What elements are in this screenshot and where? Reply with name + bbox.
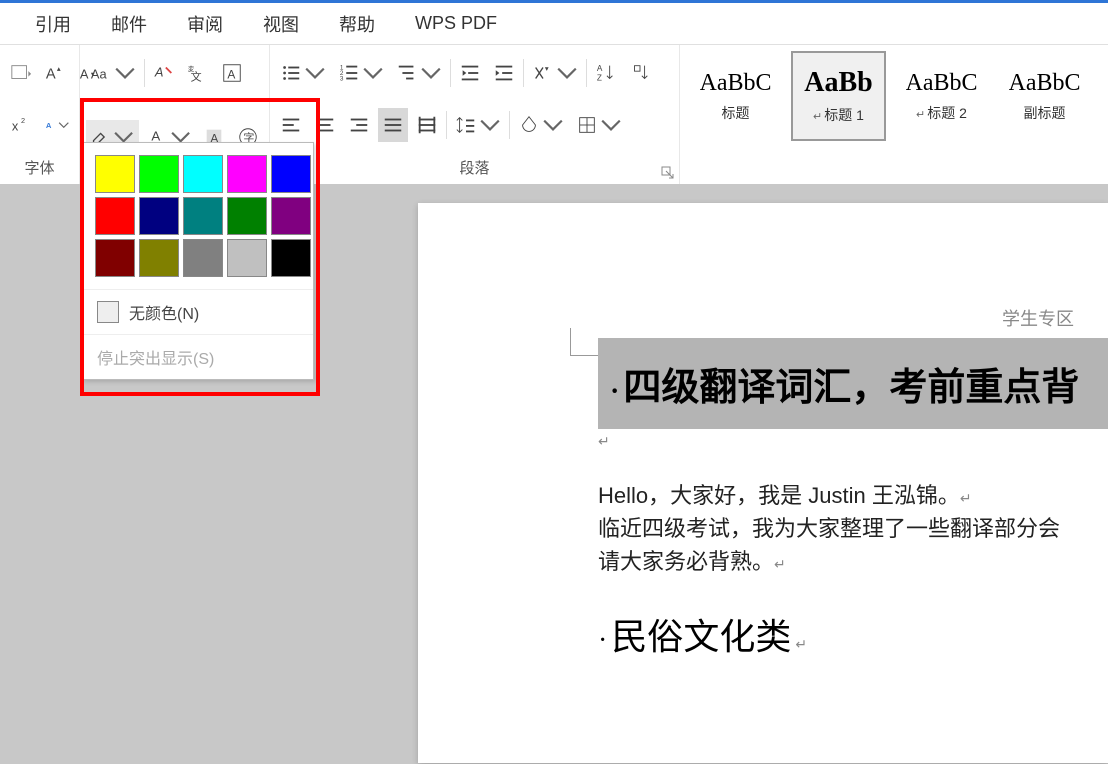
color-swatch[interactable]	[271, 197, 311, 235]
change-case-button[interactable]: Aa	[86, 56, 140, 90]
color-swatch[interactable]	[183, 239, 223, 277]
color-swatch[interactable]	[183, 197, 223, 235]
svg-text:A: A	[46, 121, 52, 130]
svg-text:A: A	[151, 128, 160, 143]
borders-button[interactable]	[572, 108, 626, 142]
character-border-button[interactable]: A	[217, 56, 247, 90]
color-swatch[interactable]	[95, 239, 135, 277]
decrease-indent-button[interactable]	[455, 56, 485, 90]
no-color-swatch-icon	[97, 301, 119, 323]
style-title[interactable]: AaBbC 标题	[688, 51, 783, 141]
shading-button[interactable]	[514, 108, 568, 142]
svg-text:Aa: Aa	[91, 67, 108, 82]
bullets-button[interactable]	[276, 56, 330, 90]
tab-review[interactable]: 审阅	[167, 11, 243, 37]
svg-text:3: 3	[340, 75, 344, 82]
phonetic-guide-button[interactable]: 変文	[183, 56, 213, 90]
color-swatch[interactable]	[227, 155, 267, 193]
svg-text:Z: Z	[597, 73, 602, 82]
grow-font-button[interactable]: A▴	[40, 56, 70, 90]
stop-highlight-option[interactable]: 停止突出显示(S)	[83, 334, 313, 379]
style-heading-1[interactable]: AaBb ↵标题 1	[791, 51, 886, 141]
numbering-button[interactable]: 123	[334, 56, 388, 90]
color-swatch[interactable]	[95, 197, 135, 235]
color-swatch[interactable]	[227, 197, 267, 235]
color-swatch[interactable]	[271, 239, 311, 277]
color-swatch[interactable]	[139, 155, 179, 193]
clear-formatting-button[interactable]: A	[149, 56, 179, 90]
align-justify-button[interactable]	[378, 108, 408, 142]
svg-text:A: A	[154, 65, 164, 80]
document-page[interactable]: 学生专区 ·四级翻译词汇，考前重点背 ↵ Hello，大家好，我是 Justin…	[418, 203, 1108, 763]
asian-layout-button[interactable]: ▾	[528, 56, 582, 90]
page-header-text: 学生专区	[1002, 305, 1074, 331]
tab-wps-pdf[interactable]: WPS PDF	[395, 13, 517, 34]
color-swatch[interactable]	[95, 155, 135, 193]
font-group-label: 字体	[6, 157, 73, 180]
increase-indent-button[interactable]	[489, 56, 519, 90]
color-swatch[interactable]	[271, 155, 311, 193]
style-heading-2[interactable]: AaBbC ↵标题 2	[894, 51, 989, 141]
superscript-button[interactable]: x2	[6, 108, 36, 142]
highlight-color-dropdown: 无颜色(N) 停止突出显示(S)	[82, 142, 314, 380]
unknown-dropdown[interactable]	[6, 56, 36, 90]
align-center-button[interactable]	[310, 108, 340, 142]
paragraph-dialog-launcher[interactable]	[661, 166, 675, 180]
svg-text:▾: ▾	[545, 64, 549, 73]
tab-references[interactable]: 引用	[15, 11, 91, 37]
color-swatch[interactable]	[139, 239, 179, 277]
tab-view[interactable]: 视图	[243, 11, 319, 37]
align-left-button[interactable]	[276, 108, 306, 142]
svg-text:A: A	[227, 68, 235, 82]
align-right-button[interactable]	[344, 108, 374, 142]
no-color-option[interactable]: 无颜色(N)	[83, 289, 313, 334]
color-swatch[interactable]	[139, 197, 179, 235]
tab-help[interactable]: 帮助	[319, 11, 395, 37]
line-spacing-button[interactable]	[451, 108, 505, 142]
align-distributed-button[interactable]	[412, 108, 442, 142]
selected-title-block[interactable]: ·四级翻译词汇，考前重点背	[598, 338, 1108, 429]
color-swatch[interactable]	[227, 239, 267, 277]
section-heading[interactable]: ·民俗文化类↵	[598, 608, 1108, 660]
svg-text:x: x	[12, 119, 19, 134]
svg-text:2: 2	[21, 116, 25, 125]
sort-button[interactable]: AZ	[591, 56, 621, 90]
paragraph-group: 123 ▾ AZ 段落	[270, 45, 680, 184]
multilevel-list-button[interactable]	[392, 56, 446, 90]
svg-text:A: A	[46, 67, 56, 83]
text-effects-button[interactable]: A	[40, 108, 73, 142]
svg-text:文: 文	[191, 69, 202, 83]
body-paragraph[interactable]: Hello，大家好，我是 Justin 王泓锦。↵ 临近四级考试，我为大家整理了…	[598, 479, 1108, 578]
svg-text:A: A	[597, 64, 603, 73]
svg-text:▴: ▴	[57, 64, 61, 73]
margin-corner-mark	[570, 328, 598, 356]
style-subtitle[interactable]: AaBbC 副标题	[997, 51, 1092, 141]
styles-gallery: AaBbC 标题 AaBb ↵标题 1 AaBbC ↵标题 2 AaBbC 副标…	[680, 45, 1100, 184]
menu-tab-bar: 引用 邮件 审阅 视图 帮助 WPS PDF	[0, 3, 1108, 45]
color-swatch[interactable]	[183, 155, 223, 193]
show-marks-button[interactable]	[625, 56, 655, 90]
paragraph-group-label: 段落	[276, 157, 673, 180]
color-grid	[83, 143, 313, 289]
tab-mail[interactable]: 邮件	[91, 11, 167, 37]
font-size-partial: A▴ A▾ x2 A 字体	[0, 45, 80, 184]
